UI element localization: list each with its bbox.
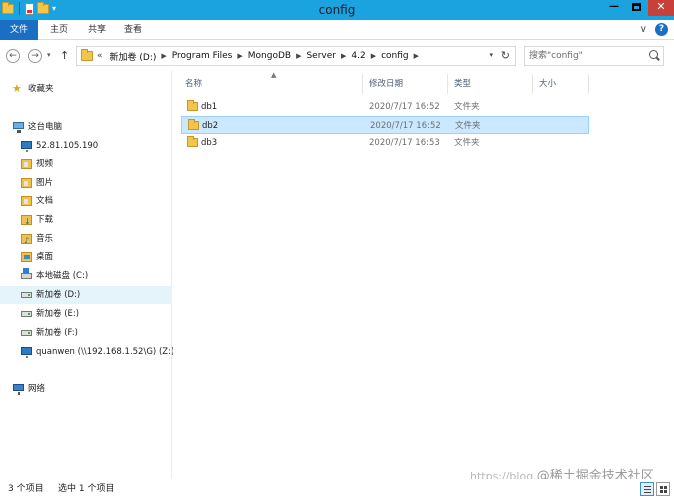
nav-documents[interactable]: 文档 [0, 192, 172, 210]
breadcrumb-chevron-icon[interactable]: ▶ [237, 52, 242, 60]
nav-downloads[interactable]: 下载 [0, 211, 172, 231]
nav-network[interactable]: 网络 [0, 380, 172, 398]
file-row-selected[interactable]: db2 2020/7/17 16:52 文件夹 [181, 116, 589, 134]
videos-folder-icon [21, 159, 32, 169]
nav-videos[interactable]: 视频 [0, 155, 172, 173]
drive-icon [21, 292, 32, 298]
expand-ribbon-icon[interactable]: ∨ [640, 24, 647, 35]
nav-drive-c[interactable]: 本地磁盘 (C:) [0, 267, 172, 285]
breadcrumb-item[interactable]: Program Files [172, 51, 233, 61]
large-icons-view-icon[interactable] [656, 482, 670, 496]
file-list[interactable]: ▲ 名称 修改日期 类型 大小 db1 2020/7/17 16:52 文件夹 … [173, 71, 674, 479]
address-bar[interactable]: « 新加卷 (D:) ▶ Program Files ▶ MongoDB ▶ S… [76, 46, 516, 66]
nav-desktop[interactable]: 桌面 [0, 248, 172, 266]
file-name: db1 [201, 102, 218, 112]
breadcrumb-overflow[interactable]: « [97, 51, 103, 61]
desktop-folder-icon [21, 252, 32, 262]
breadcrumb-chevron-icon[interactable]: ▶ [341, 52, 346, 60]
column-header-size[interactable]: 大小 [533, 74, 589, 94]
address-history-icon[interactable]: ▾ [489, 51, 493, 59]
breadcrumb-item[interactable]: 4.2 [351, 51, 365, 61]
details-view-icon[interactable] [640, 482, 654, 496]
breadcrumb-chevron-icon[interactable]: ▶ [371, 52, 376, 60]
up-button[interactable]: ↑ [60, 49, 69, 62]
folder-icon [188, 119, 199, 130]
window-title: config [318, 3, 356, 17]
breadcrumb-item[interactable]: Server [306, 51, 336, 61]
ribbon: 文件 主页 共享 查看 ∨ ? [0, 20, 674, 40]
network-location-icon [21, 141, 32, 152]
folder-icon [81, 49, 93, 61]
title-bar: ▾ config — ✕ [0, 0, 674, 20]
tab-file[interactable]: 文件 [0, 20, 38, 40]
file-type: 文件夹 [454, 102, 480, 112]
help-icon[interactable]: ? [655, 23, 668, 36]
computer-icon [13, 122, 24, 133]
nav-drive-e[interactable]: 新加卷 (E:) [0, 305, 172, 323]
breadcrumb-chevron-icon[interactable]: ▶ [161, 52, 166, 60]
status-bar: 3 个项目 选中 1 个项目 [0, 479, 674, 500]
search-input[interactable]: 搜索"config" [524, 46, 664, 66]
nav-favorites[interactable]: ★ 收藏夹 [0, 80, 172, 98]
file-name: db3 [201, 138, 218, 148]
breadcrumb-item[interactable]: 新加卷 (D:) [110, 50, 157, 63]
file-modified: 2020/7/17 16:52 [370, 121, 441, 131]
file-type: 文件夹 [454, 138, 480, 148]
view-switcher [640, 482, 670, 496]
nav-this-pc[interactable]: 这台电脑 [0, 118, 172, 136]
nav-network-location[interactable]: 52.81.105.190 [0, 137, 172, 155]
nav-music[interactable]: 音乐 [0, 230, 172, 250]
navigation-bar: ← → ▾ ↑ « 新加卷 (D:) ▶ Program Files ▶ Mon… [0, 41, 674, 71]
tab-share[interactable]: 共享 [84, 20, 110, 40]
star-icon: ★ [12, 82, 22, 95]
drive-icon [21, 330, 32, 336]
tab-home[interactable]: 主页 [46, 20, 72, 40]
file-name: db2 [202, 121, 219, 131]
folder-icon [187, 100, 198, 111]
refresh-icon[interactable]: ↻ [501, 49, 510, 62]
file-row[interactable]: db3 2020/7/17 16:53 文件夹 [181, 134, 589, 152]
maximize-button[interactable] [626, 0, 646, 16]
documents-folder-icon [21, 196, 32, 206]
back-button[interactable]: ← [6, 49, 20, 63]
recent-locations-icon[interactable]: ▾ [47, 51, 51, 59]
breadcrumb-item[interactable]: config [381, 51, 409, 61]
breadcrumb-chevron-icon[interactable]: ▶ [296, 52, 301, 60]
close-button[interactable]: ✕ [648, 0, 674, 16]
column-header-modified[interactable]: 修改日期 [363, 74, 448, 94]
music-folder-icon [21, 232, 32, 250]
breadcrumb-chevron-icon[interactable]: ▶ [414, 52, 419, 60]
search-placeholder: 搜索"config" [529, 51, 583, 61]
file-modified: 2020/7/17 16:53 [369, 138, 440, 148]
navigation-pane[interactable]: ★ 收藏夹 这台电脑 52.81.105.190 视频 图片 文档 下载 音乐 … [0, 71, 174, 479]
search-icon[interactable] [649, 50, 658, 59]
folder-icon [187, 136, 198, 147]
column-header-type[interactable]: 类型 [448, 74, 533, 94]
column-header-name[interactable]: 名称 [173, 74, 363, 94]
network-drive-icon [21, 347, 32, 358]
network-icon [13, 384, 24, 395]
tab-view[interactable]: 查看 [120, 20, 146, 40]
breadcrumb-item[interactable]: MongoDB [248, 51, 291, 61]
maximize-icon [631, 3, 641, 11]
nav-network-drive-z[interactable]: quanwen (\\192.168.1.52\G) (Z:) [0, 343, 174, 361]
file-row[interactable]: db1 2020/7/17 16:52 文件夹 [181, 98, 589, 116]
nav-drive-d[interactable]: 新加卷 (D:) [0, 286, 172, 304]
item-count: 3 个项目 [8, 484, 44, 494]
selection-count: 选中 1 个项目 [58, 484, 115, 494]
ribbon-controls: ∨ ? [640, 23, 668, 36]
pictures-folder-icon [21, 178, 32, 188]
nav-pictures[interactable]: 图片 [0, 174, 172, 192]
minimize-button[interactable]: — [604, 0, 624, 16]
downloads-folder-icon [21, 213, 32, 231]
nav-drive-f[interactable]: 新加卷 (F:) [0, 324, 172, 342]
file-modified: 2020/7/17 16:52 [369, 102, 440, 112]
drive-icon [21, 311, 32, 317]
system-drive-icon [21, 268, 32, 279]
file-type: 文件夹 [455, 121, 481, 131]
forward-button[interactable]: → [28, 49, 42, 63]
